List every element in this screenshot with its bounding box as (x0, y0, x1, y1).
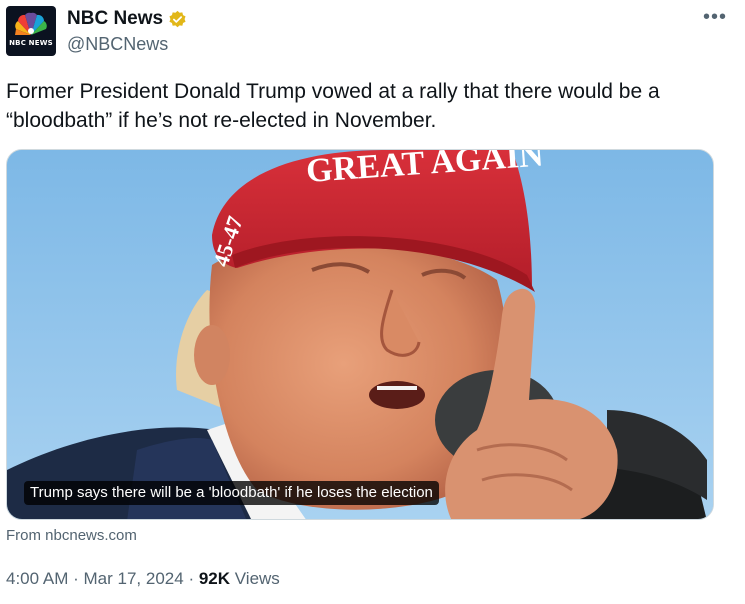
peacock-logo-icon (15, 12, 47, 35)
media-caption: Trump says there will be a 'bloodbath' i… (24, 481, 439, 505)
trump-rally-photo: GREAT AGAIN 45-47 (7, 150, 713, 519)
link-source[interactable]: From nbcnews.com (6, 527, 137, 544)
views-count: 92K (198, 569, 231, 588)
tweet-text: Former President Donald Trump vowed at a… (6, 80, 660, 132)
tweet-media-image[interactable]: GREAT AGAIN 45-47 Trump says there will … (6, 149, 714, 520)
meta-separator: · (188, 569, 195, 588)
account-names: NBC News @NBCNews (67, 8, 187, 55)
account-handle[interactable]: @NBCNews (67, 34, 187, 55)
tweet-header: NBC NEWS NBC News @NBCNews ••• (6, 6, 739, 58)
verified-badge-icon[interactable] (168, 10, 187, 29)
tweet-date[interactable]: Mar 17, 2024 (84, 569, 184, 588)
views-label: Views (234, 569, 280, 588)
more-options-icon[interactable]: ••• (703, 7, 727, 27)
nbc-news-avatar[interactable]: NBC NEWS (6, 6, 56, 56)
display-name[interactable]: NBC News (67, 8, 163, 30)
tweet-time[interactable]: 4:00 AM (6, 569, 68, 588)
display-name-row: NBC News (67, 8, 187, 30)
avatar-text: NBC NEWS (9, 39, 53, 47)
meta-separator: · (73, 569, 79, 588)
tweet-meta: 4:00 AM · Mar 17, 2024 · 92K Views (6, 569, 280, 589)
